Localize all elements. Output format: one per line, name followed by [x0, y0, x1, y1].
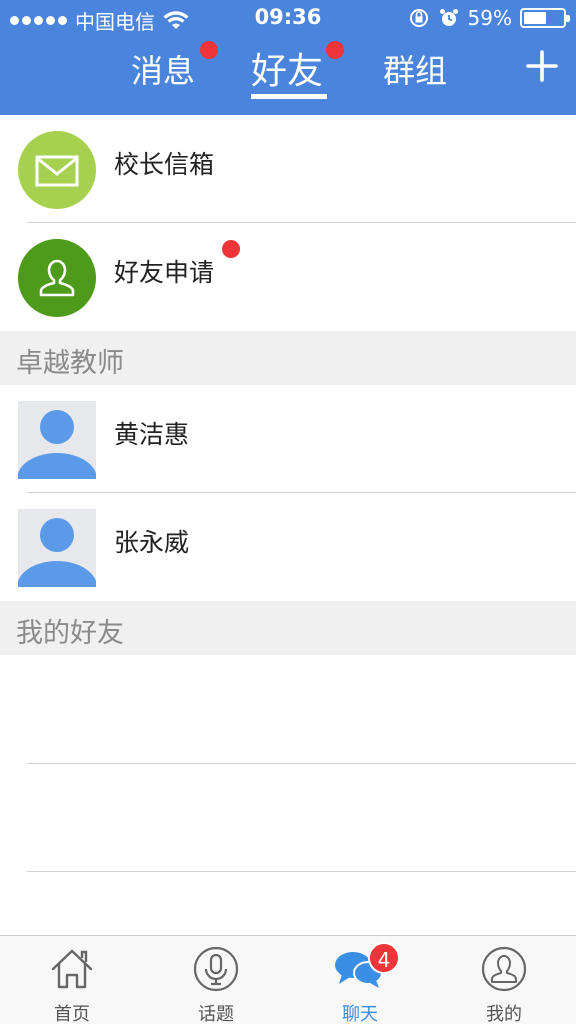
status-bar: 中国电信 09:36 59%: [0, 0, 576, 38]
battery-icon: [520, 8, 570, 28]
mail-icon: [18, 131, 96, 209]
principal-mailbox-label: 校长信箱: [114, 150, 215, 179]
section-title: 我的好友: [16, 618, 124, 649]
user-profile-icon: [481, 946, 527, 992]
microphone-icon: [193, 946, 239, 992]
section-header[interactable]: 卓越教师: [0, 331, 576, 385]
contact-name: 黄洁惠: [114, 420, 190, 449]
friend-request-row[interactable]: 好友申请: [0, 223, 576, 331]
nav-chat-label: 聊天: [342, 1004, 378, 1024]
nav-home-label: 首页: [54, 1004, 90, 1024]
tab-friends[interactable]: 好友: [251, 42, 323, 94]
contact-row[interactable]: 张永威: [0, 493, 576, 601]
home-icon: [51, 949, 93, 989]
header-tabs: 消息 好友 群组: [0, 38, 576, 115]
active-tab-indicator: [251, 94, 327, 99]
contact-name: 张永威: [114, 528, 190, 557]
rotation-lock-icon: [409, 9, 428, 27]
battery-level: [524, 12, 547, 24]
status-right: 59%: [408, 6, 570, 30]
nav-topics[interactable]: 话题: [144, 936, 288, 1024]
battery-percent: 59%: [467, 6, 512, 30]
nav-mine[interactable]: 我的: [432, 936, 576, 1024]
friend-request-label: 好友申请: [114, 258, 215, 287]
chat-unread-badge: 4: [368, 942, 400, 974]
app-header: 中国电信 09:36 59% 消息 好友 群组: [0, 0, 576, 115]
row-divider: [27, 871, 576, 872]
person-outline-icon: [18, 239, 96, 317]
nav-home[interactable]: 首页: [0, 936, 144, 1024]
row-divider: [27, 763, 576, 764]
avatar: [18, 401, 96, 479]
plus-icon[interactable]: [526, 50, 558, 82]
nav-topics-label: 话题: [198, 1004, 234, 1024]
friend-request-dot: [222, 240, 240, 258]
bottom-nav: 首页 话题 4 聊天 我的: [0, 935, 576, 1024]
tab-friends-dot: [326, 41, 344, 59]
section-title: 卓越教师: [16, 348, 124, 379]
tab-groups[interactable]: 群组: [383, 46, 447, 92]
alarm-icon: [439, 9, 458, 26]
section-header[interactable]: 我的好友: [0, 601, 576, 655]
tab-messages[interactable]: 消息: [131, 46, 195, 92]
contact-row[interactable]: 黄洁惠: [0, 385, 576, 493]
principal-mailbox-row[interactable]: 校长信箱: [0, 115, 576, 223]
nav-chat[interactable]: 4 聊天: [288, 936, 432, 1024]
avatar: [18, 509, 96, 587]
tab-messages-dot: [200, 41, 218, 59]
nav-mine-label: 我的: [486, 1004, 522, 1024]
